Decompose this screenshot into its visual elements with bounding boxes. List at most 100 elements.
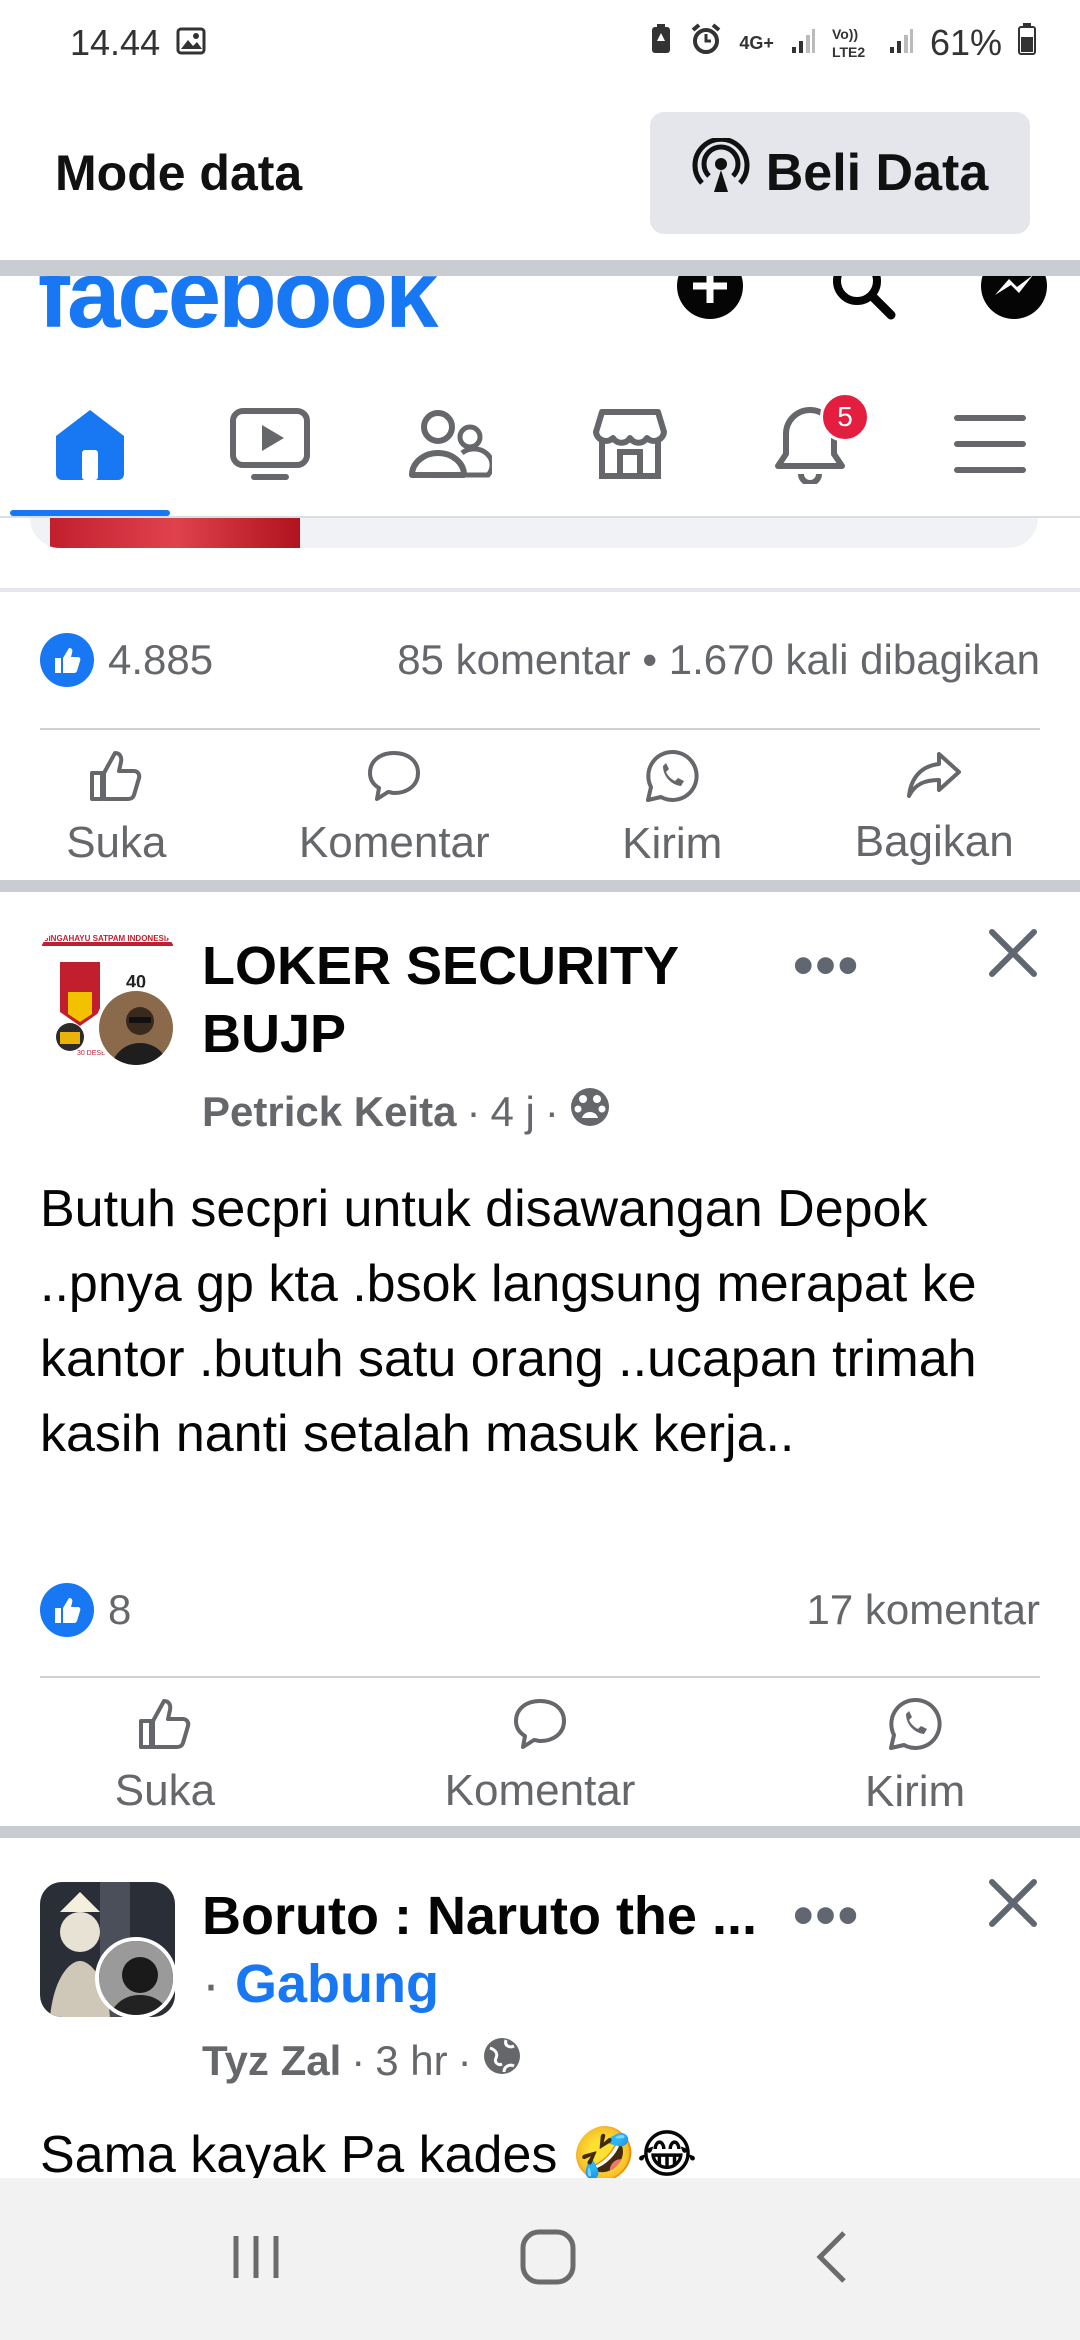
buy-data-button[interactable]: Beli Data <box>650 112 1030 234</box>
post-actions: Suka Komentar Kirim <box>0 1696 1080 1816</box>
gallery-icon <box>176 22 206 64</box>
home-button[interactable] <box>519 2228 577 2291</box>
meta-dot: · <box>544 1088 559 1135</box>
meta-dot: · <box>466 1088 481 1135</box>
dot-separator: • <box>642 636 669 683</box>
status-bar: 14.44 4G+ Vo)) LTE2 61% <box>0 0 1080 86</box>
recent-apps-button[interactable] <box>228 2232 284 2287</box>
tab-friends[interactable] <box>360 376 540 516</box>
buy-data-label: Beli Data <box>765 144 989 202</box>
video-icon <box>230 407 310 486</box>
reaction-count[interactable]: 4.885 <box>108 636 213 684</box>
messenger-icon[interactable] <box>978 276 1050 322</box>
post-stats: 8 17 komentar <box>40 1580 1040 1640</box>
battery-saver-icon <box>649 22 673 64</box>
send-label: Kirim <box>622 818 723 868</box>
home-icon <box>50 404 130 489</box>
send-button[interactable]: Kirim <box>865 1696 965 1816</box>
stats-divider <box>40 728 1040 730</box>
group-privacy-icon <box>569 1086 611 1138</box>
section-divider <box>0 588 1080 592</box>
group-name: Boruto : Naruto the ... · Gabung <box>202 1882 822 2018</box>
post-body: Sama kayak Pa kades 🤣😂 <box>40 2126 698 2178</box>
like-reaction-icon <box>40 1583 94 1637</box>
like-label: Suka <box>66 817 167 867</box>
link-preview-partial[interactable] <box>30 518 1038 548</box>
whatsapp-icon <box>644 748 700 815</box>
comment-label: Komentar <box>298 817 490 867</box>
comment-icon <box>366 749 422 814</box>
reaction-count[interactable]: 8 <box>108 1586 131 1634</box>
post-time[interactable]: 4 j <box>490 1088 534 1136</box>
more-options-icon[interactable]: ••• <box>793 932 860 999</box>
facebook-logo[interactable]: facebook <box>38 276 438 336</box>
marketplace-icon <box>590 406 670 487</box>
tab-marketplace[interactable] <box>540 376 720 516</box>
post-header: SINGAHAYU SATPAM INDONESIA KE - 40 30 DE… <box>40 929 1040 1135</box>
broadcast-icon <box>692 136 750 209</box>
battery-percent: 61% <box>929 22 1002 63</box>
send-button[interactable]: Kirim <box>622 748 722 868</box>
comment-button[interactable]: Komentar <box>299 748 490 868</box>
like-reaction-icon <box>40 633 94 687</box>
join-group-button[interactable]: Gabung <box>235 1954 439 2014</box>
close-icon[interactable] <box>986 1876 1040 1935</box>
share-label: Bagikan <box>854 816 1014 866</box>
close-icon[interactable] <box>986 926 1040 985</box>
share-count[interactable]: 1.670 kali dibagikan <box>669 636 1040 683</box>
network-volte-label: Vo)) LTE2 <box>831 26 866 60</box>
network-4g-label: 4G+ <box>739 33 774 53</box>
menu-icon <box>953 412 1027 481</box>
post-header: Boruto : Naruto the ... · Gabung ••• Tyz… <box>40 1879 1040 2084</box>
author-avatar[interactable] <box>95 1937 177 2019</box>
create-post-icon[interactable] <box>674 276 746 322</box>
tab-watch[interactable] <box>180 376 360 516</box>
tab-notifications[interactable]: 5 <box>720 376 900 516</box>
comment-icon <box>512 1697 568 1762</box>
search-icon[interactable] <box>826 276 898 322</box>
post-meta: Tyz Zal · 3 hr · <box>202 2036 522 2086</box>
signal-icon-2 <box>888 22 914 64</box>
data-mode-title: Mode data <box>55 145 303 201</box>
post-separator <box>0 1826 1080 1838</box>
notification-badge: 5 <box>820 392 870 442</box>
signal-icon-1 <box>790 22 816 64</box>
previous-post-actions: Suka Komentar Kirim Bagikan <box>0 748 1080 868</box>
post-separator <box>0 880 1080 892</box>
meta-dot: · <box>202 1954 235 2014</box>
meta-dot: · <box>457 2037 472 2084</box>
author-name[interactable]: Petrick Keita <box>202 1088 456 1136</box>
comment-count[interactable]: 85 komentar <box>397 636 630 683</box>
data-bar-separator <box>0 260 1080 276</box>
status-time: 14.44 <box>70 22 161 63</box>
send-label: Kirim <box>865 1766 966 1816</box>
data-mode-bar: Mode data Beli Data <box>0 86 1080 260</box>
group-title[interactable]: Boruto : Naruto the ... <box>202 1882 822 1950</box>
comment-count[interactable]: 17 komentar <box>807 1586 1040 1634</box>
comment-label: Komentar <box>444 1765 636 1815</box>
app-header: facebook <box>0 276 1080 336</box>
comment-button[interactable]: Komentar <box>444 1696 636 1816</box>
share-button[interactable]: Bagikan <box>855 748 1014 868</box>
globe-icon <box>482 2036 522 2086</box>
like-label: Suka <box>114 1765 216 1815</box>
tab-menu[interactable] <box>900 376 1080 516</box>
author-avatar[interactable] <box>95 987 177 1069</box>
avatar-ke-label: KE - <box>60 976 88 992</box>
back-button[interactable] <box>812 2229 852 2290</box>
system-navigation-bar <box>0 2178 1080 2340</box>
like-button[interactable]: Suka <box>115 1696 215 1816</box>
tab-home[interactable] <box>0 376 180 516</box>
stats-divider <box>40 1676 1040 1678</box>
main-nav: 5 <box>0 376 1080 516</box>
alarm-icon <box>689 22 723 65</box>
avatar-caption: SINGAHAYU SATPAM INDONESIA <box>43 934 172 943</box>
group-name[interactable]: LOKER SECURITY BUJP <box>202 932 802 1068</box>
like-button[interactable]: Suka <box>66 748 167 868</box>
more-options-icon[interactable]: ••• <box>793 1882 860 1949</box>
battery-icon <box>1018 22 1036 64</box>
whatsapp-icon <box>887 1696 943 1763</box>
author-name[interactable]: Tyz Zal <box>202 2037 341 2085</box>
post-meta: Petrick Keita · 4 j · <box>202 1086 611 1138</box>
post-time[interactable]: 3 hr <box>375 2037 447 2085</box>
